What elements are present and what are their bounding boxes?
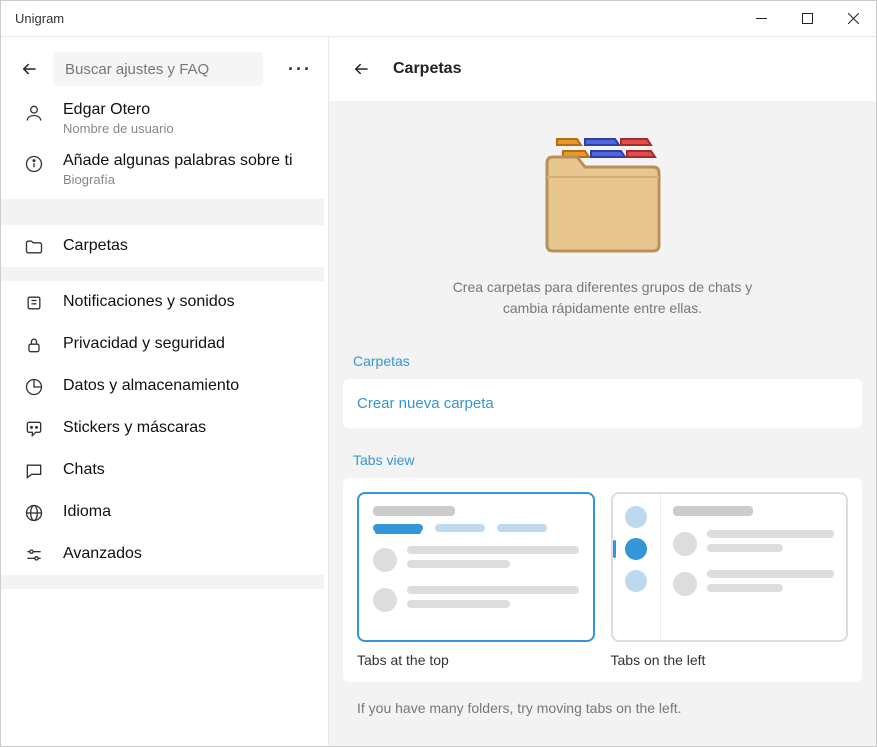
tabs-view-card: Tabs at the top — [343, 478, 862, 682]
create-folder-button[interactable]: Crear nueva carpeta — [343, 379, 862, 428]
window-titlebar: Unigram — [1, 1, 876, 37]
sidebar-item-label: Carpetas — [63, 237, 128, 255]
hero-section: Crea carpetas para diferentes grupos de … — [329, 101, 876, 347]
sidebar-divider — [1, 575, 324, 589]
sidebar-item-label: Chats — [63, 461, 105, 479]
profile-username-item[interactable]: Edgar Otero Nombre de usuario — [1, 101, 324, 148]
content-body[interactable]: Crea carpetas para diferentes grupos de … — [329, 101, 876, 746]
hero-description: Crea carpetas para diferentes grupos de … — [438, 277, 768, 319]
tabs-top-preview — [357, 492, 595, 642]
profile-bio-item[interactable]: Añade algunas palabras sobre ti Biografí… — [1, 148, 324, 199]
content-back-button[interactable] — [343, 51, 379, 87]
sidebar-item-language[interactable]: Idioma — [1, 491, 324, 533]
section-label-folders: Carpetas — [329, 347, 876, 379]
content-pane: Carpetas — [329, 37, 876, 746]
info-icon — [23, 154, 45, 174]
sidebar-item-chats[interactable]: Chats — [1, 449, 324, 491]
sidebar-header: ··· — [1, 37, 328, 101]
window-title: Unigram — [15, 11, 64, 26]
sidebar-item-stickers[interactable]: Stickers y máscaras — [1, 407, 324, 449]
profile-bio-caption: Biografía — [63, 172, 293, 187]
sliders-icon — [23, 545, 45, 565]
bell-icon — [23, 293, 45, 313]
create-folder-card: Crear nueva carpeta — [343, 379, 862, 428]
sidebar-item-label: Notificaciones y sonidos — [63, 293, 235, 311]
tabs-top-caption: Tabs at the top — [357, 652, 595, 668]
sidebar-item-label: Idioma — [63, 503, 111, 521]
folders-illustration-icon — [523, 121, 683, 261]
close-button[interactable] — [830, 1, 876, 37]
user-icon — [23, 103, 45, 123]
profile-bio-prompt: Añade algunas palabras sobre ti — [63, 152, 293, 170]
sidebar-item-notifications[interactable]: Notificaciones y sonidos — [1, 281, 324, 323]
content-header: Carpetas — [329, 37, 876, 101]
sidebar-divider — [1, 267, 324, 281]
maximize-button[interactable] — [784, 1, 830, 37]
chat-icon — [23, 461, 45, 481]
sidebar-item-privacy[interactable]: Privacidad y seguridad — [1, 323, 324, 365]
tabs-hint: If you have many folders, try moving tab… — [329, 700, 876, 724]
sidebar-item-label: Stickers y máscaras — [63, 419, 206, 437]
sidebar-list[interactable]: Edgar Otero Nombre de usuario Añade algu… — [1, 101, 328, 746]
tabs-left-caption: Tabs on the left — [611, 652, 849, 668]
settings-sidebar: ··· Edgar Otero Nombre de usuario Añade … — [1, 37, 329, 746]
content-title: Carpetas — [393, 60, 461, 78]
tabs-left-preview — [611, 492, 849, 642]
sidebar-item-data[interactable]: Datos y almacenamiento — [1, 365, 324, 407]
sidebar-item-label: Privacidad y seguridad — [63, 335, 225, 353]
folder-icon — [23, 237, 45, 257]
section-label-tabs: Tabs view — [329, 446, 876, 478]
settings-search-input[interactable] — [53, 52, 263, 86]
sidebar-item-label: Avanzados — [63, 545, 142, 563]
minimize-button[interactable] — [738, 1, 784, 37]
sidebar-divider — [1, 199, 324, 225]
sticker-icon — [23, 419, 45, 439]
sidebar-item-folders[interactable]: Carpetas — [1, 225, 324, 267]
window-controls — [738, 1, 876, 37]
pie-chart-icon — [23, 377, 45, 397]
globe-icon — [23, 503, 45, 523]
sidebar-item-label: Datos y almacenamiento — [63, 377, 239, 395]
sidebar-back-button[interactable] — [11, 51, 47, 87]
profile-username-caption: Nombre de usuario — [63, 121, 174, 136]
lock-icon — [23, 335, 45, 355]
sidebar-item-advanced[interactable]: Avanzados — [1, 533, 324, 575]
tabs-top-option[interactable]: Tabs at the top — [357, 492, 595, 668]
tabs-left-option[interactable]: Tabs on the left — [611, 492, 849, 668]
profile-username: Edgar Otero — [63, 101, 174, 119]
more-menu-button[interactable]: ··· — [282, 51, 318, 87]
